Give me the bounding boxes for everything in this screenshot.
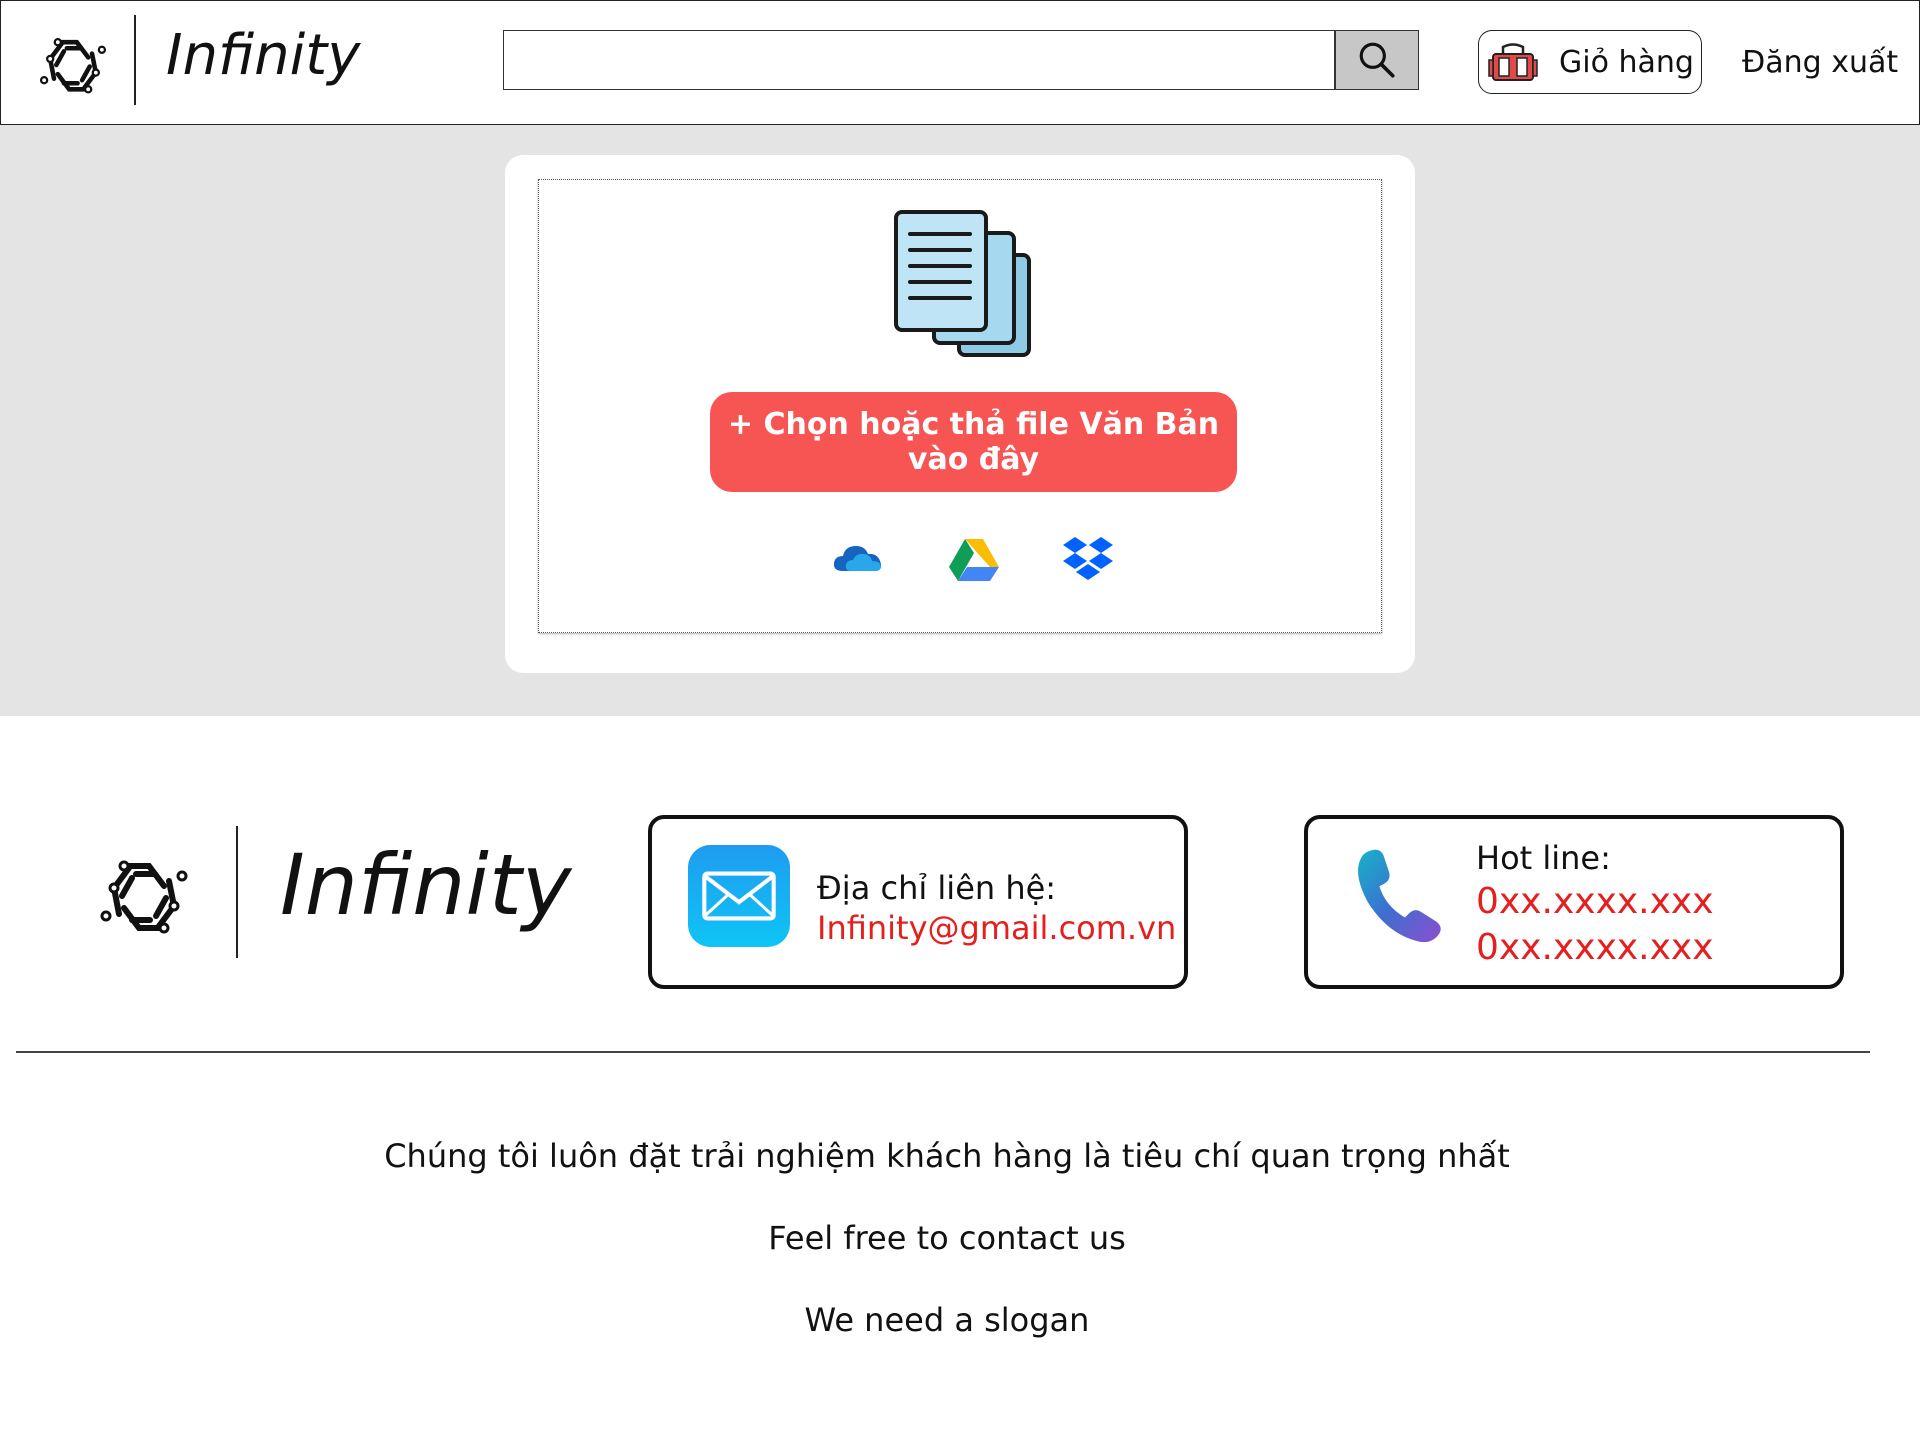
shopping-bag-icon (1488, 43, 1538, 81)
hotline-number[interactable]: 0xx.xxxx.xxx (1476, 881, 1714, 922)
logout-link[interactable]: Đăng xuất (1742, 45, 1898, 80)
hotline-contact-card: Hot line: 0xx.xxxx.xxx 0xx.xxxx.xxx (1304, 815, 1844, 989)
email-label: Địa chỉ liên hệ: (817, 869, 1057, 907)
documents-icon (894, 210, 1031, 357)
onedrive-icon[interactable] (831, 535, 885, 583)
brand-name[interactable]: Infinity (166, 23, 360, 88)
cart-label: Giỏ hàng (1559, 44, 1694, 80)
footer-tagline: Feel free to contact us (768, 1219, 1126, 1257)
logo-divider (134, 15, 136, 105)
footer-brand-name: Infinity (280, 836, 572, 934)
email-address[interactable]: Infinity@gmail.com.vn (817, 909, 1176, 947)
footer-tagline: Chúng tôi luôn đặt trải nghiệm khách hàn… (384, 1137, 1510, 1175)
email-contact-card: Địa chỉ liên hệ: Infinity@gmail.com.vn (648, 815, 1188, 989)
footer-divider-line (16, 1051, 1870, 1053)
search-button[interactable] (1335, 30, 1419, 90)
hotline-label: Hot line: (1476, 839, 1611, 877)
upload-card: + Chọn hoặc thả file Văn Bản vào đây (505, 155, 1415, 673)
footer-tagline: We need a slogan (804, 1301, 1090, 1339)
cart-button[interactable]: Giỏ hàng (1478, 30, 1702, 94)
footer-logo-divider (236, 826, 238, 958)
dropbox-icon[interactable] (1061, 535, 1115, 583)
top-navbar: Infinity Giỏ hàng Đăng xuất (0, 0, 1920, 125)
infinity-logo-icon[interactable] (35, 27, 111, 103)
phone-icon (1358, 849, 1441, 943)
file-drop-zone[interactable]: + Chọn hoặc thả file Văn Bản vào đây (538, 179, 1382, 633)
infinity-logo-icon (100, 860, 188, 934)
google-drive-icon[interactable] (947, 535, 1001, 583)
upload-section: + Chọn hoặc thả file Văn Bản vào đây (0, 125, 1920, 716)
search-icon (1359, 42, 1395, 78)
mail-icon[interactable] (688, 845, 790, 947)
choose-file-button[interactable]: + Chọn hoặc thả file Văn Bản vào đây (710, 392, 1237, 492)
hotline-number[interactable]: 0xx.xxxx.xxx (1476, 927, 1714, 968)
search-input[interactable] (503, 30, 1335, 90)
